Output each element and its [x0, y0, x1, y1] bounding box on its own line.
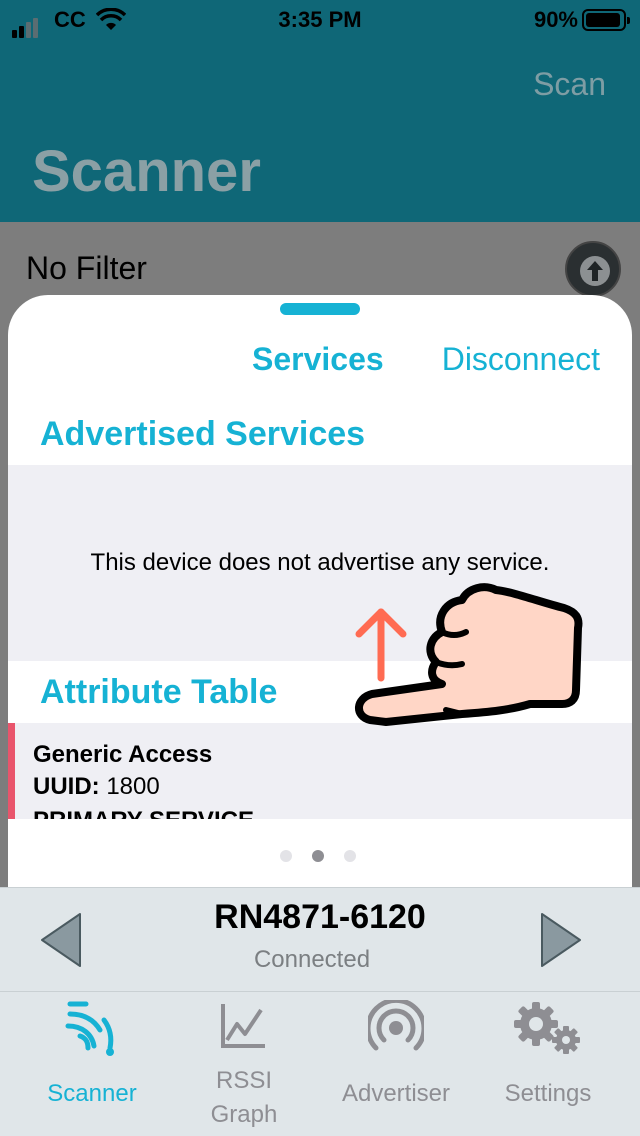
page-dot [280, 850, 292, 862]
no-service-message: This device does not advertise any servi… [90, 549, 550, 576]
page-dot-active [312, 850, 324, 862]
battery-percent: 90% [533, 7, 578, 32]
sheet-grabber[interactable] [280, 303, 360, 315]
disconnect-button[interactable]: Disconnect [442, 341, 600, 378]
advertiser-icon [368, 1000, 424, 1051]
tab-scanner[interactable]: Scanner [12, 992, 172, 1136]
attribute-marker [8, 723, 15, 819]
tab-settings[interactable]: Settings [468, 992, 628, 1136]
tab-settings-label: Settings [504, 1080, 592, 1107]
pointing-hand-icon [355, 583, 583, 726]
tab-advertiser[interactable]: Advertiser [316, 992, 476, 1136]
page-dot [344, 850, 356, 862]
advertised-services-title: Advertised Services [40, 415, 366, 453]
tab-bar: Scanner RSSI Graph Advertiser Settings [0, 991, 640, 1136]
filter-label: No Filter [26, 250, 147, 286]
scanner-icon [65, 1001, 114, 1056]
arrow-up-icon [580, 256, 610, 286]
settings-gear-icon [514, 1002, 580, 1054]
status-bar: CC 3:35 PM 90% [0, 0, 640, 40]
page-indicator[interactable] [280, 849, 376, 867]
attribute-table-title: Attribute Table [40, 673, 278, 711]
attribute-type: PRIMARY SERVICE [33, 807, 254, 819]
attribute-uuid: UUID: 1800 [33, 773, 160, 801]
uuid-label: UUID: [33, 773, 100, 800]
services-button[interactable]: Services [252, 341, 384, 378]
tab-rssi-graph-label: RSSI Graph [210, 1067, 278, 1128]
page-title: Scanner [32, 139, 261, 204]
device-bar: RN4871-6120 Connected [0, 887, 640, 991]
tab-scanner-label: Scanner [47, 1080, 137, 1107]
rssi-graph-icon [221, 1004, 265, 1048]
connection-status: Connected [253, 946, 371, 973]
navigation-header: CC 3:35 PM 90% Scan Scanner [0, 0, 640, 222]
attribute-name: Generic Access [33, 741, 213, 768]
tab-advertiser-label: Advertiser [341, 1080, 451, 1107]
battery-icon [582, 9, 630, 31]
next-device-button[interactable] [540, 912, 582, 968]
tab-rssi-graph[interactable]: RSSI Graph [164, 992, 324, 1136]
scan-button[interactable]: Scan [533, 66, 606, 103]
uuid-value: 1800 [106, 773, 160, 800]
collapse-filter-button[interactable] [565, 241, 621, 297]
